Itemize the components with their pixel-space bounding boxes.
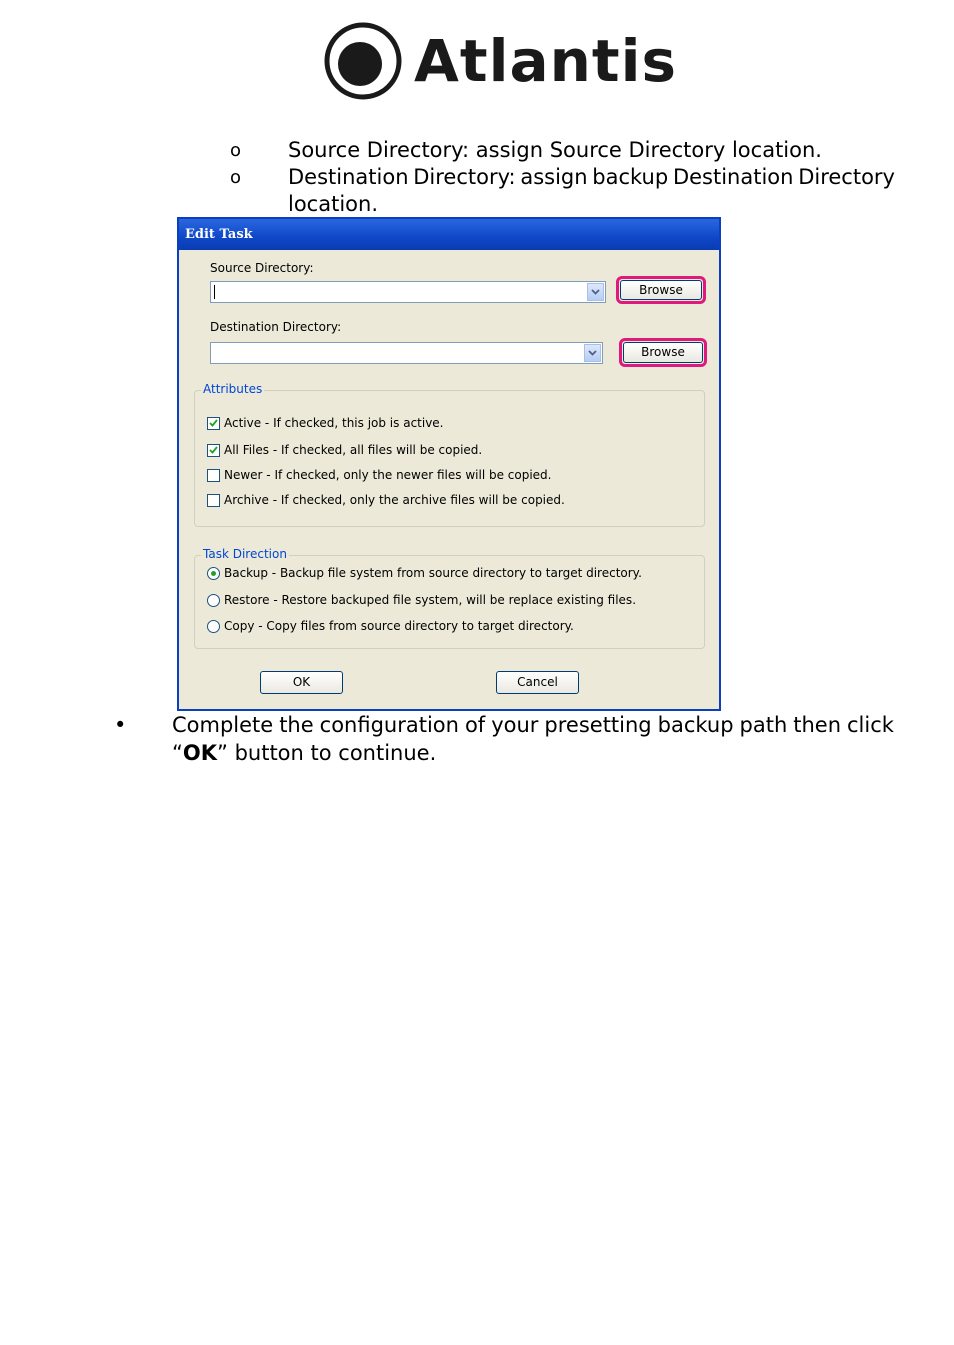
attribute-label: Active - If checked, this job is active. [224,416,444,430]
word: your [491,713,539,737]
direction-restore[interactable]: Restore - Restore backuped file system, … [207,593,636,607]
word: Destination [672,165,794,189]
logo-text: Atlantis [414,27,678,95]
word: assign [520,165,588,189]
attribute-active[interactable]: Active - If checked, this job is active. [207,416,444,430]
check-icon [209,446,218,454]
destination-browse-button[interactable]: Browse [623,342,703,363]
source-directory-combo[interactable] [210,281,606,303]
word: then [793,713,842,737]
source-dropdown-button[interactable] [587,283,604,301]
direction-label: Copy - Copy files from source directory … [224,619,574,633]
radio-unselected[interactable] [207,619,220,633]
word: Complete [172,713,274,737]
destination-directory-label: Destination Directory: [210,320,342,334]
direction-label: Restore - Restore backuped file system, … [224,593,637,607]
word: backup [592,165,669,189]
direction-copy[interactable]: Copy - Copy files from source directory … [207,619,574,633]
word: click [847,713,894,737]
direction-label: Backup - Backup file system from source … [224,566,642,580]
task-direction-legend: Task Direction [201,547,289,561]
word: Directory [798,165,895,189]
word: Directory: [413,165,516,189]
attribute-all-files[interactable]: All Files - If checked, all files will b… [207,443,482,457]
quote-open: “ [172,741,183,765]
word: presetting [544,713,652,737]
attribute-label: Archive - If checked, only the archive f… [224,493,565,507]
word: location. [288,192,378,216]
attribute-label: Newer - If checked, only the newer files… [224,468,552,482]
destination-directory-combo[interactable] [210,342,603,364]
atlantis-logo-icon [324,22,402,100]
word: the [279,713,314,737]
attribute-label: All Files - If checked, all files will b… [224,443,483,457]
chevron-down-icon [588,350,597,356]
word: backup [657,713,734,737]
checkbox-checked[interactable] [207,443,220,457]
main-bullet-text: Complete the configuration of your prese… [172,711,894,767]
attribute-archive[interactable]: Archive - If checked, only the archive f… [207,493,565,507]
dialog-title: Edit Task [179,219,719,250]
attribute-newer[interactable]: Newer - If checked, only the newer files… [207,468,552,482]
destination-dropdown-button[interactable] [584,344,601,362]
radio-dot [211,570,216,576]
checkbox-unchecked[interactable] [207,493,220,507]
check-icon [209,419,218,427]
text-caret [214,285,215,299]
word: path [739,713,788,737]
checkbox-checked[interactable] [207,416,220,430]
source-directory-label: Source Directory: [210,261,314,275]
sub-bullet-text: Source Directory: assign Source Director… [288,138,822,162]
source-browse-button[interactable]: Browse [620,280,702,300]
edit-task-dialog: Edit Task Source Directory: Browse Desti… [177,217,721,711]
atlantis-logo: Atlantis [324,22,677,100]
word: Destination [288,165,409,189]
word: of [464,713,486,737]
ok-button[interactable]: OK [260,671,343,694]
cancel-button[interactable]: Cancel [496,671,579,694]
bullet-marker: o [230,167,242,188]
bullet-marker: • [114,713,127,737]
radio-selected[interactable] [207,566,220,580]
direction-backup[interactable]: Backup - Backup file system from source … [207,566,642,580]
ok-emphasis: OK [182,741,218,765]
bullet-marker: o [230,140,242,161]
checkbox-unchecked[interactable] [207,468,220,482]
second-line: “OK” button to continue. [172,739,894,767]
line-rest: ” button to continue. [217,741,437,765]
attributes-legend: Attributes [201,382,265,396]
sub-bullet-text: Destination Directory: assign backup Des… [288,164,895,218]
chevron-down-icon [591,289,600,295]
word: configuration [319,713,459,737]
radio-unselected[interactable] [207,593,220,607]
